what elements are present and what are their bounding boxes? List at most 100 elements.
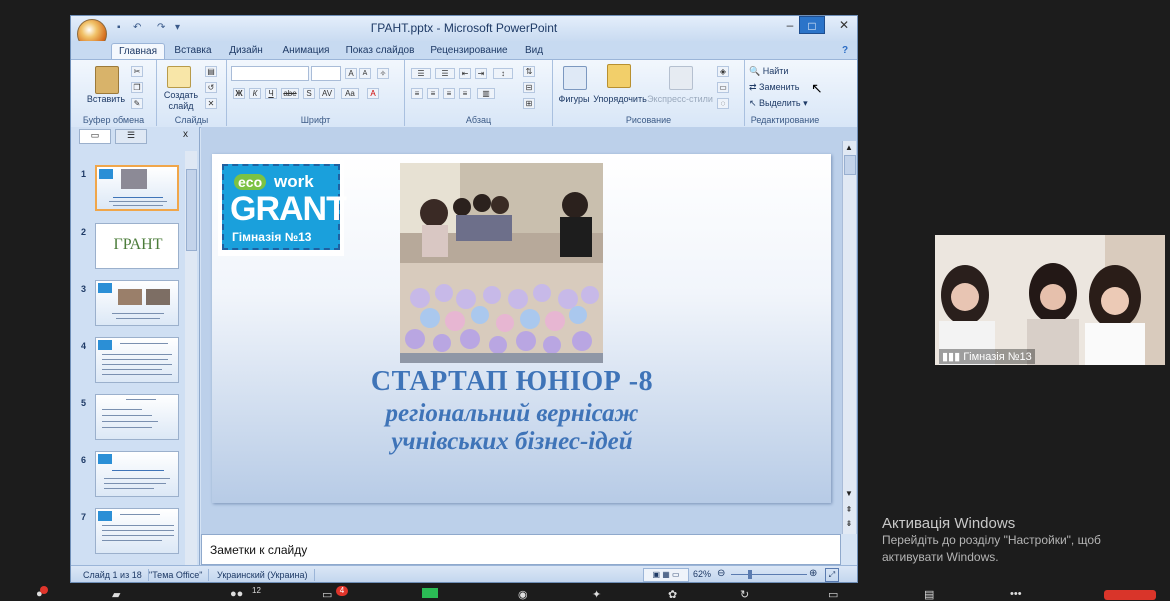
smartart-icon[interactable]: ⊞ (523, 98, 535, 109)
shapes-icon[interactable] (563, 66, 587, 90)
thumb-slide-2[interactable]: ГРАНТ (95, 223, 179, 269)
shape-fill-icon[interactable]: ◈ (717, 66, 729, 77)
participant-video[interactable]: ▮▮▮ Гімназія №13 (935, 235, 1165, 365)
apps-icon[interactable]: ✿ (668, 588, 684, 601)
align-left-icon[interactable]: ≡ (411, 88, 423, 99)
slide-subtitle-line1[interactable]: регіональний вернісаж (232, 400, 792, 428)
align-right-icon[interactable]: ≡ (443, 88, 455, 99)
tab-design[interactable]: Дизайн (223, 43, 269, 59)
font-color-button[interactable]: A (367, 88, 379, 99)
underline-button[interactable]: Ч (265, 88, 277, 99)
theme-name[interactable]: "Тема Office" (143, 569, 210, 581)
prev-slide-icon[interactable]: ⇞ (844, 505, 854, 515)
maximize-button[interactable]: □ (799, 16, 825, 34)
slide-canvas[interactable]: eco work GRANT Гімназія №13 СТАРТАП ЮНІО… (212, 154, 831, 503)
fit-window-icon[interactable]: ⤢ (825, 568, 839, 582)
slide-title[interactable]: СТАРТАП ЮНІОР -8 (252, 366, 772, 398)
next-slide-icon[interactable]: ⇟ (844, 519, 854, 529)
shadow-button[interactable]: S (303, 88, 315, 99)
zoom-slider-thumb[interactable] (748, 570, 752, 579)
shrink-font-button[interactable]: A (359, 68, 371, 79)
view-buttons-icon[interactable]: ▣ ▦ ▭ (643, 568, 689, 582)
outline-tab-icon[interactable]: ☰ (115, 129, 147, 144)
find-button[interactable]: 🔍 Найти (749, 66, 819, 77)
scroll-up-icon[interactable]: ▲ (844, 143, 854, 153)
numbering-icon[interactable]: ☰ (435, 68, 455, 79)
clear-format-icon[interactable]: ✧ (377, 68, 389, 79)
thumb-slide-7[interactable] (95, 508, 179, 554)
zoom-in-icon[interactable]: ⊕ (809, 568, 817, 579)
close-pane-icon[interactable]: x (183, 129, 188, 140)
shapes-button[interactable]: Фигуры (555, 94, 593, 104)
new-slide-button-line2[interactable]: слайд (159, 101, 203, 111)
close-button[interactable]: ✕ (823, 16, 857, 34)
tab-home[interactable]: Главная (111, 43, 165, 59)
tab-review[interactable]: Рецензирование (423, 43, 515, 59)
tab-view[interactable]: Вид (521, 43, 547, 59)
increase-indent-icon[interactable]: ⇥ (475, 68, 487, 79)
justify-icon[interactable]: ≡ (459, 88, 471, 99)
group-photo[interactable] (400, 163, 603, 363)
thumb-slide-6[interactable] (95, 451, 179, 497)
language-indicator[interactable]: Украинский (Украина) (211, 569, 315, 581)
font-name-combo[interactable] (231, 66, 309, 81)
quick-styles-button[interactable]: Экспресс-стили (647, 94, 713, 104)
thumb-slide-5[interactable] (95, 394, 179, 440)
zoom-out-icon[interactable]: ⊖ (717, 568, 725, 579)
align-center-icon[interactable]: ≡ (427, 88, 439, 99)
slide-scroll-thumb[interactable] (844, 155, 856, 175)
bold-button[interactable]: Ж (233, 88, 245, 99)
select-button[interactable]: ↖ Выделить ▾ (749, 98, 819, 109)
thumbs-scrollbar[interactable] (185, 151, 197, 565)
notes-icon[interactable]: ▭ (828, 588, 844, 601)
shape-effects-icon[interactable]: ◌ (717, 98, 729, 109)
participants-icon[interactable]: ●● (230, 588, 246, 600)
zoom-level[interactable]: 62% (693, 569, 711, 579)
slide-scrollbar[interactable]: ▲ ▼ ⇞ ⇟ (842, 141, 856, 534)
align-text-icon[interactable]: ⊟ (523, 82, 535, 93)
cut-icon[interactable]: ✂ (131, 66, 143, 77)
paste-button[interactable]: Вставить (77, 94, 135, 104)
tab-animation[interactable]: Анимация (275, 43, 337, 59)
font-size-combo[interactable] (311, 66, 341, 81)
shape-outline-icon[interactable]: ▭ (717, 82, 729, 93)
notes-placeholder[interactable]: Заметки к слайду (210, 543, 307, 557)
char-spacing-button[interactable]: AV (319, 88, 335, 99)
layout-icon[interactable]: ▤ (205, 66, 217, 77)
bullets-icon[interactable]: ☰ (411, 68, 431, 79)
change-case-button[interactable]: Aa (341, 88, 359, 99)
record-icon[interactable]: ◉ (518, 588, 534, 601)
docs-icon[interactable]: ▤ (924, 588, 940, 601)
paste-icon[interactable] (95, 66, 119, 94)
new-slide-icon[interactable] (167, 66, 191, 88)
columns-icon[interactable]: ▥ (477, 88, 495, 99)
decrease-indent-icon[interactable]: ⇤ (459, 68, 471, 79)
reset-icon[interactable]: ↺ (205, 82, 217, 93)
new-slide-button[interactable]: Создать (159, 90, 203, 100)
italic-button[interactable]: К (249, 88, 261, 99)
thumb-slide-4[interactable] (95, 337, 179, 383)
slide-subtitle-line2[interactable]: учнівських бізнес-ідей (232, 428, 792, 456)
slides-tab-icon[interactable]: ▭ (79, 129, 111, 144)
arrange-button[interactable]: Упорядочить (591, 94, 649, 104)
delete-slide-icon[interactable]: ✕ (205, 98, 217, 109)
camera-off-icon[interactable]: ▰ (112, 588, 128, 601)
end-meeting-button[interactable] (1104, 590, 1156, 600)
replace-button[interactable]: ⇄ Заменить (749, 82, 819, 93)
notes-pane[interactable]: Заметки к слайду (201, 534, 841, 565)
line-spacing-icon[interactable]: ↕ (493, 68, 513, 79)
tab-slideshow[interactable]: Показ слайдов (343, 43, 417, 59)
text-direction-icon[interactable]: ⇅ (523, 66, 535, 77)
share-screen-icon[interactable] (422, 588, 438, 598)
whiteboard-icon[interactable]: ↻ (740, 588, 756, 601)
tab-insert[interactable]: Вставка (169, 43, 217, 59)
reactions-icon[interactable]: ✦ (592, 588, 608, 601)
thumb-slide-1[interactable] (95, 165, 179, 211)
arrange-icon[interactable] (607, 64, 631, 88)
zoom-slider[interactable] (731, 574, 807, 575)
scroll-down-icon[interactable]: ▼ (844, 489, 854, 499)
thumbs-scroll-thumb[interactable] (186, 169, 197, 251)
help-icon[interactable]: ? (839, 43, 851, 59)
copy-icon[interactable]: ❐ (131, 82, 143, 93)
format-painter-icon[interactable]: ✎ (131, 98, 143, 109)
